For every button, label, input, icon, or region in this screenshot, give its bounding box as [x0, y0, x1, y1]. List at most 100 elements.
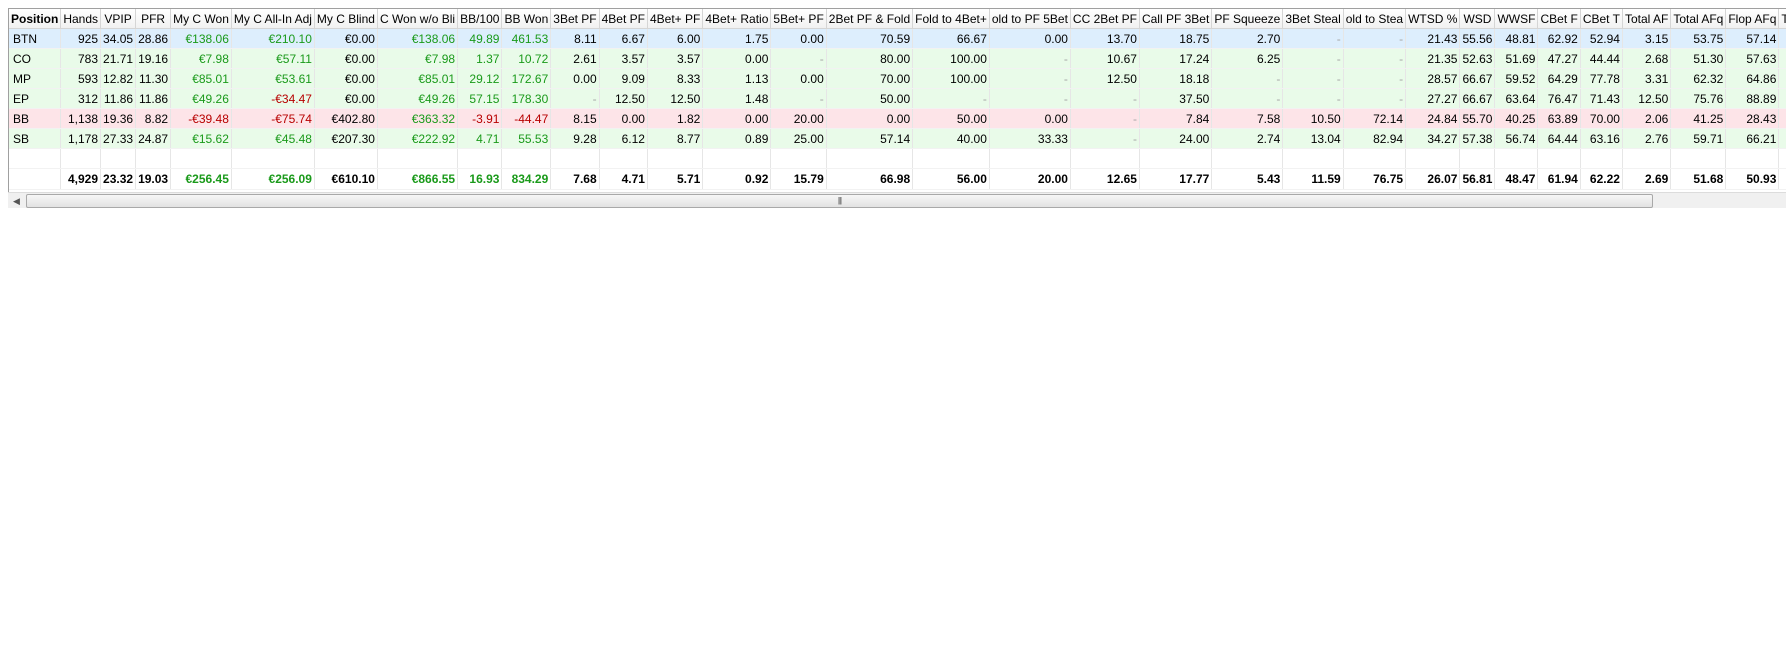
stat-cell: - [1282, 88, 1344, 109]
stat-cell: 4.71 [457, 128, 503, 149]
column-header[interactable]: 2Bet PF & Fold [826, 9, 914, 29]
stat-cell: - [989, 88, 1071, 109]
column-header[interactable]: Hands [60, 9, 102, 29]
table-row[interactable]: SB 1,178 27.33 24.87 €15.62 €45.48 €207.30 €222… [9, 128, 1786, 149]
stat-cell: 8.15 [550, 108, 600, 129]
stat-cell: 64.44 [1537, 128, 1581, 149]
column-header[interactable]: VPIP [100, 9, 137, 29]
stat-cell: 27.27 [1405, 88, 1461, 109]
stat-cell: - [989, 48, 1071, 69]
stat-cell: 925 [60, 28, 102, 49]
column-header[interactable]: My C All-In Adj [231, 9, 315, 29]
stat-cell: 2.74 [1211, 128, 1284, 149]
column-header[interactable]: C Won w/o Bli [377, 9, 459, 29]
stat-cell: 8.77 [647, 128, 704, 149]
empty-cell [1070, 148, 1140, 169]
stat-cell: 178.30 [501, 88, 552, 109]
stat-cell: €210.10 [231, 28, 315, 49]
stat-cell: 49.89 [457, 28, 503, 49]
column-header[interactable]: PF Squeeze [1211, 9, 1284, 29]
empty-cell [1139, 148, 1213, 169]
column-header[interactable]: 3Bet PF [550, 9, 600, 29]
column-header[interactable]: 4Bet+ Ratio [702, 9, 772, 29]
stat-cell: - [1070, 128, 1140, 149]
stats-panel: Position Hands VPIP PFR My C Won My C All-In … [8, 8, 1786, 208]
stat-cell: 34.27 [1405, 128, 1461, 149]
empty-cell [702, 148, 772, 169]
table-row[interactable]: CO 783 21.71 19.16 €7.98 €57.11 €0.00 €7.98 1.37… [9, 48, 1786, 69]
stat-cell: €57.11 [231, 48, 315, 69]
column-header[interactable]: CC 2Bet PF [1070, 9, 1140, 29]
column-header[interactable]: Tur [1778, 9, 1786, 29]
stat-cell: 40.25 [1494, 108, 1539, 129]
stat-cell [1778, 108, 1786, 129]
stat-cell: 55.70 [1459, 108, 1496, 129]
stat-cell: €49.26 [377, 88, 459, 109]
stat-cell: - [1343, 68, 1407, 89]
stat-cell: 66.21 [1725, 128, 1780, 149]
column-header[interactable]: 4Bet PF [599, 9, 648, 29]
total-cell: 48.47 [1494, 168, 1539, 190]
column-header[interactable]: CBet F [1537, 9, 1581, 29]
total-cell: 16.93 [457, 168, 503, 190]
table-row[interactable]: EP 312 11.86 11.86 €49.26 -€34.47 €0.00 €49.26 5… [9, 88, 1786, 109]
table-row[interactable]: BTN 925 34.05 28.86 €138.06 €210.10 €0.00 €138.… [9, 28, 1786, 49]
empty-cell [550, 148, 600, 169]
stat-cell: 0.00 [550, 68, 600, 89]
stat-cell: 48.81 [1494, 28, 1539, 49]
column-header[interactable]: 5Bet+ PF [770, 9, 827, 29]
column-header[interactable]: CBet T [1580, 9, 1623, 29]
total-cell: 23.32 [100, 168, 137, 190]
stat-cell: 6.12 [599, 128, 648, 149]
column-header[interactable]: Total AFq [1670, 9, 1727, 29]
stat-cell: 70.00 [826, 68, 914, 89]
column-header[interactable]: old to PF 5Bet [989, 9, 1071, 29]
stat-cell: - [1343, 88, 1407, 109]
stat-cell: - [1211, 68, 1284, 89]
column-header[interactable]: Total AF [1622, 9, 1672, 29]
stat-cell: -€39.48 [170, 108, 232, 129]
column-header[interactable]: Call PF 3Bet [1139, 9, 1213, 29]
column-header[interactable]: old to Stea [1343, 9, 1407, 29]
column-header[interactable]: PFR [135, 9, 172, 29]
column-header[interactable]: Position [9, 9, 62, 29]
column-header[interactable]: WWSF [1494, 9, 1539, 29]
column-header[interactable]: 3Bet Steal [1282, 9, 1344, 29]
horizontal-scrollbar[interactable]: ◀ ||| [8, 192, 1786, 208]
stat-cell: 57.14 [826, 128, 914, 149]
column-header[interactable]: BB/100 [457, 9, 503, 29]
stat-cell: 47.27 [1537, 48, 1581, 69]
column-header[interactable]: Flop AFq [1725, 9, 1780, 29]
column-header[interactable]: WTSD % [1405, 9, 1461, 29]
stat-cell: 18.75 [1139, 28, 1213, 49]
total-cell: 26.07 [1405, 168, 1461, 190]
empty-cell [231, 148, 315, 169]
stat-cell: €85.01 [377, 68, 459, 89]
total-cell: 19.03 [135, 168, 172, 190]
column-header[interactable]: My C Blind [314, 9, 378, 29]
stat-cell: 21.35 [1405, 48, 1461, 69]
total-cell [9, 168, 62, 190]
scrollbar-thumb[interactable]: ||| [26, 194, 1653, 208]
total-cell: 7.68 [550, 168, 600, 190]
stat-cell: 59.71 [1670, 128, 1727, 149]
column-header[interactable]: WSD [1459, 9, 1496, 29]
chevron-left-icon[interactable]: ◀ [8, 193, 25, 208]
total-cell: 62.22 [1580, 168, 1623, 190]
stat-cell: -44.47 [501, 108, 552, 129]
resize-dots-icon[interactable]: ······ [900, 205, 924, 209]
empty-cell [1580, 148, 1623, 169]
column-header[interactable]: BB Won [501, 9, 552, 29]
stat-cell: 13.04 [1282, 128, 1344, 149]
stat-cell: 10.50 [1282, 108, 1344, 129]
stat-cell: 63.64 [1494, 88, 1539, 109]
empty-cell [100, 148, 137, 169]
column-header[interactable]: 4Bet+ PF [647, 9, 704, 29]
table-row[interactable]: MP 593 12.82 11.30 €85.01 €53.61 €0.00 €85.01 29… [9, 68, 1786, 89]
total-cell: 5.43 [1211, 168, 1284, 190]
column-header[interactable]: My C Won [170, 9, 232, 29]
stat-cell: 40.00 [912, 128, 990, 149]
column-header[interactable]: Fold to 4Bet+ [912, 9, 990, 29]
table-row[interactable]: BB 1,138 19.36 8.82 -€39.48 -€75.74 €402.80 €36… [9, 108, 1786, 129]
empty-cell [1778, 148, 1786, 169]
